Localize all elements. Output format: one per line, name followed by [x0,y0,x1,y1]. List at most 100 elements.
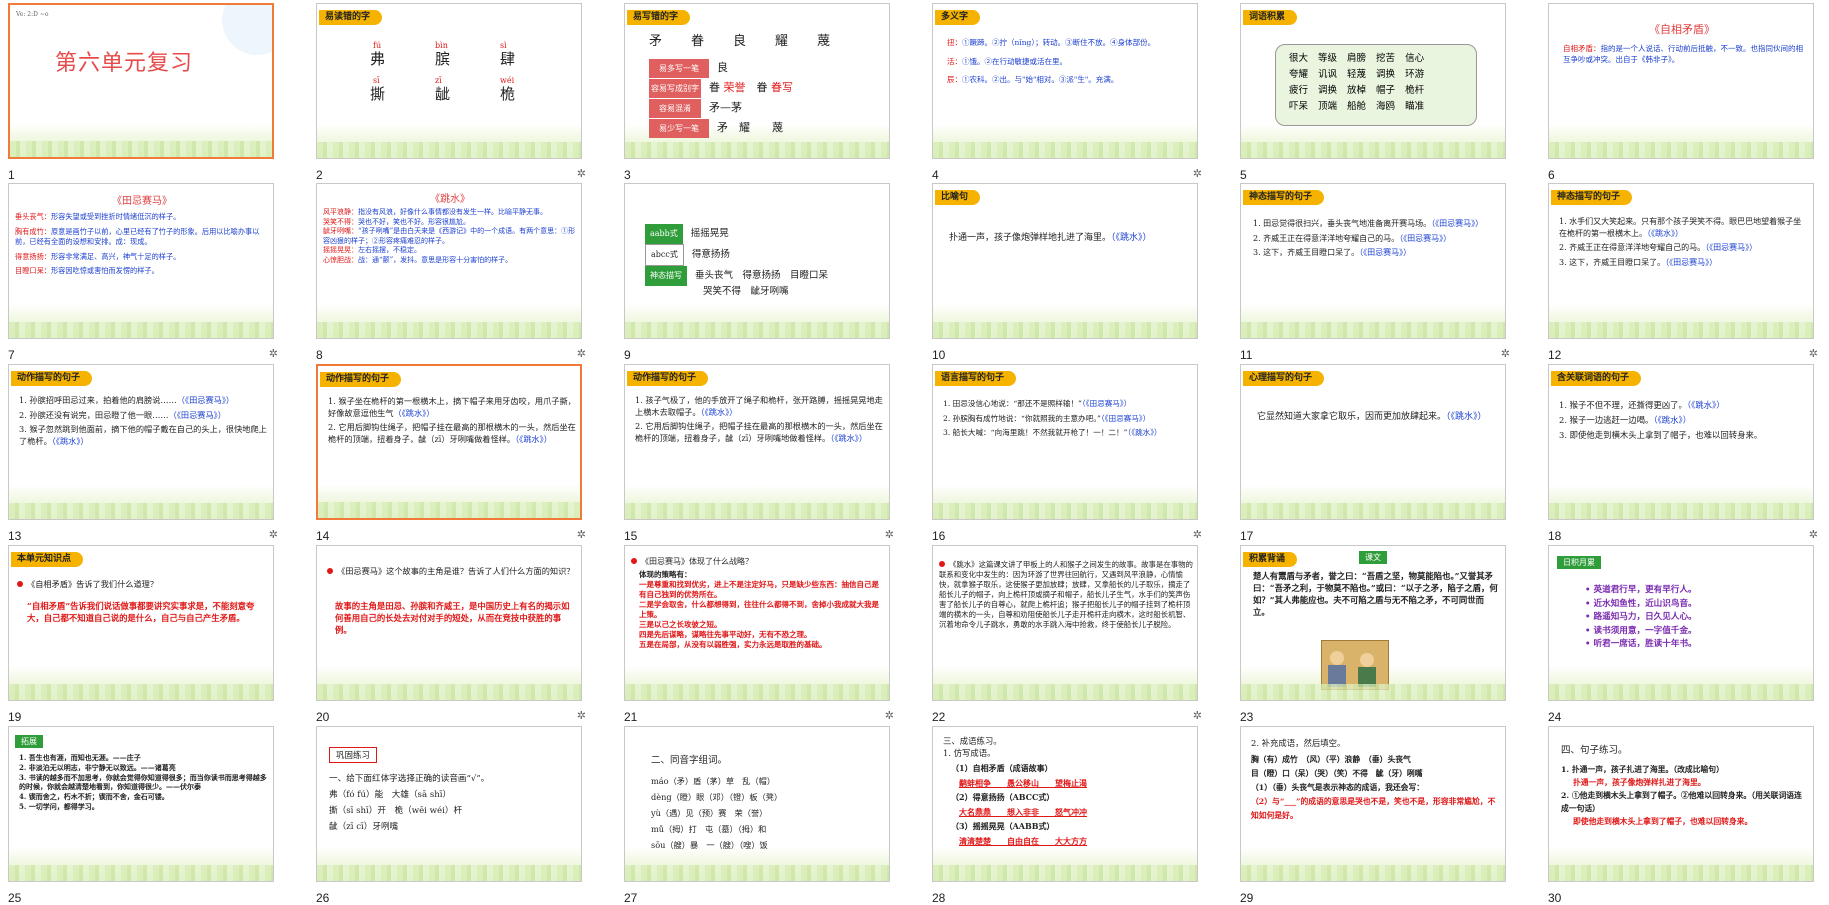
value: 荣誉 [723,81,746,94]
slide-body: 1. 孙膑招呼田忌过来，拍着他的肩膀说……（《田忌赛马》） 2. 孙膑还没有说完… [19,395,269,447]
slide-29[interactable]: 2. 补充成语，然后填空。 胸（有）成竹 （风）（平）浪静 （垂）头丧气 目（瞪… [1240,726,1506,882]
list-item: 3. 即使他走到横木头上拿到了帽子，也难以回转身来。 [1559,430,1763,440]
pinyin-grid: fú bìn sì 弗膑肆 sī zī wéi 撕龇桅 [365,40,565,101]
slide-thumb-21[interactable]: 《田忌赛马》体现了什么战略？ 体现的策略有： 一是尊重和找到优劣，进上不是注定好… [624,545,896,724]
slide-thumb-28[interactable]: 三、成语练习。 1. 仿写成语。 （1）自相矛盾（成语故事） 鹬蚌相争 愚公移山… [932,726,1204,905]
slide-1[interactable]: Ve: 2:D ~o 第六单元复习 [8,3,274,159]
slide-thumb-15[interactable]: 动作描写的句子 1. 孩子气极了，他的手放开了绳子和桅杆，张开路膊，摇摇晃晃地走… [624,364,896,543]
slide-thumb-7[interactable]: 《田忌赛马》 垂头丧气：形容失望或受到挫折时情绪低沉的样子。 胸有成竹：原意是画… [8,183,280,362]
exercise-title: 2. 补充成语，然后填空。 [1251,738,1346,748]
slide-thumb-5[interactable]: 词语积累 很大 等级 肩膀 挖苦 信心 夸耀 讥讽 轻蔑 调换 环游 疲行 调换 放棹 帽子 桅杆 吓呆 顶端船… [1240,3,1512,182]
slide-thumb-18[interactable]: 含关联词语的句子 1. 猴子不但不理，还撕得更凶了。（《跳水》） 2. 猴子一边… [1548,364,1820,543]
slide-8[interactable]: 《跳水》 风平浪静：指没有风浪，好像什么事情都没有发生一样。比喻平静无事。 哭笑… [316,183,582,339]
slide-thumb-22[interactable]: 《跳水》这篇课文讲了甲板上的人和猴子之间发生的故事。故事是在事物的联系和变化中发… [932,545,1204,724]
slide-heading: 《田忌赛马》 [112,196,172,207]
slide-13[interactable]: 动作描写的句子 1. 孙膑招呼田忌过来，拍着他的肩膀说……（《田忌赛马》） 2.… [8,364,274,520]
slide-17[interactable]: 心理描写的句子 它显然知道大家拿它取乐，因而更加放肆起来。（《跳水》） [1240,364,1506,520]
slide-10[interactable]: 比喻句 扑通一声，孩子像炮弹样地扎进了海里。（《跳水》） [932,183,1198,339]
slide-thumb-3[interactable]: 易写错的字 矛 眷 良 耀 蔑 易多写一笔良 容易写成别字眷 荣誉 眷 眷写 容… [624,3,896,182]
slide-15[interactable]: 动作描写的句子 1. 孩子气极了，他的手放开了绳子和桅杆，张开路膊，摇摇晃晃地走… [624,364,890,520]
source: （《田忌赛马》） [1665,257,1718,267]
slide-thumb-24[interactable]: 日积月累 • 英道君行早，更有早行人。 • 近水知鱼性，近山识鸟音。 • 路遥知… [1548,545,1820,724]
exercise-line: yù（遇）见（预）赛 荣（誉） [651,808,768,818]
slide-3[interactable]: 易写错的字 矛 眷 良 耀 蔑 易多写一笔良 容易写成别字眷 荣誉 眷 眷写 容… [624,3,890,159]
slide-thumb-27[interactable]: 二、同音字组词。 máo（矛）盾（茅）草 乱（帽） dèng（瞪）眼（邓）（镫）… [624,726,896,905]
slide-thumb-12[interactable]: 神态描写的句子 1. 水手们又大笑起来。只有那个孩子哭笑不得。眼巴巴地望着猴子坐… [1548,183,1820,362]
slide-thumb-13[interactable]: 动作描写的句子 1. 孙膑招呼田忌过来，拍着他的肩膀说……（《田忌赛马》） 2.… [8,364,280,543]
def: 形容因吃惊或害怕而发愣的样子。 [50,266,159,275]
slide-26[interactable]: 巩固练习 一、给下面红体字选择正确的读音画“√”。 弗（fó fú）能 大雄（s… [316,726,582,882]
slide-18[interactable]: 含关联词语的句子 1. 猴子不但不理，还撕得更凶了。（《跳水》） 2. 猴子一边… [1548,364,1814,520]
slide-7[interactable]: 《田忌赛马》 垂头丧气：形容失望或受到挫折时情绪低沉的样子。 胸有成竹：原意是画… [8,183,274,339]
slide-thumb-6[interactable]: 《自相矛盾》 自相矛盾：指的是一个人说话、行动前后抵触，不一致。也指同伙间的相互… [1548,3,1820,182]
slide-19[interactable]: 本单元知识点 《自相矛盾》告诉了我们什么道理？ “自相矛盾”告诉我们说话做事都要… [8,545,274,701]
source: （《跳水》） [700,406,738,417]
slide-body: 扑通一声，孩子像炮弹样地扎进了海里。（《跳水》） [949,232,1189,245]
slide-25[interactable]: 拓展 1. 吾生也有涯，而知也无涯。——庄子 2. 非淡泊无以明志，非宁静无以致… [8,726,274,882]
slide-16[interactable]: 语言描写的句子 1. 田忌没信心地说：“那还不是照样输！”（《田忌赛马》） 2.… [932,364,1198,520]
list-item: 3. 书读的越多而不加思考，你就会觉得你知道得很多；而当你读书而思考得越多的时候… [19,772,267,792]
slide-22[interactable]: 《跳水》这篇课文讲了甲板上的人和猴子之间发生的故事。故事是在事物的联系和变化中发… [932,545,1198,701]
decoration [933,684,1197,700]
slide-24[interactable]: 日积月累 • 英道君行早，更有早行人。 • 近水知鱼性，近山识鸟音。 • 路遥知… [1548,545,1814,701]
decoration [933,142,1197,158]
slide-23[interactable]: 积累背诵 课文 楚人有鬻盾与矛者，誉之曰：“吾盾之坚，物莫能陷也。”又誉其矛曰：… [1240,545,1506,701]
slide-number: 22 [932,710,946,724]
term: 辰： [947,75,962,84]
source: （《田忌赛马》） [168,409,226,420]
slide-11[interactable]: 神态描写的句子 1. 田忌觉得很扫兴，垂头丧气地准备离开赛马场。（《田忌赛马》）… [1240,183,1506,339]
slide-5[interactable]: 词语积累 很大 等级 肩膀 挖苦 信心 夸耀 讥讽 轻蔑 调换 环游 疲行 调换 放棹 帽子 桅杆 吓呆 顶端船… [1240,3,1506,159]
def: 哭也不好，笑也不好。形容很尴尬。 [358,217,470,226]
slide-thumb-11[interactable]: 神态描写的句子 1. 田忌觉得很扫兴，垂头丧气地准备离开赛马场。（《田忌赛马》）… [1240,183,1512,362]
list-item: 2. 孙膑还没有说完，田忌瞪了他一眼…… [19,409,169,420]
slide-thumb-14[interactable]: 动作描写的句子 1. 猴子坐在桅杆的第一根横木上，摘下帽子来用牙齿咬，用爪子撕，… [316,364,588,543]
source: （《跳水》） [1686,400,1725,410]
list-item: 2. 猴子一边逃赶一边喝。 [1559,415,1654,425]
slide-number: 14 [316,529,330,543]
slide-6[interactable]: 《自相矛盾》 自相矛盾：指的是一个人说话、行动前后抵触，不一致。也指同伙间的相互… [1548,3,1814,159]
slide-thumb-1[interactable]: Ve: 2:D ~o 第六单元复习 1 [8,3,274,182]
slide-thumb-30[interactable]: 四、句子练习。 1. 扑通一声，孩子扎进了海里。（改成比喻句） 扑通一声，孩子像… [1548,726,1820,905]
value: 垂头丧气 得意扬扬 目瞪口呆 [695,270,829,281]
slide-thumb-19[interactable]: 本单元知识点 《自相矛盾》告诉了我们什么道理？ “自相矛盾”告诉我们说话做事都要… [8,545,280,724]
slide-number: 5 [1240,168,1247,182]
source: （《田忌赛马》） [1081,399,1132,408]
list-item: 三是以己之长攻彼之短。 [639,620,722,629]
list-item: 听君一席话，胜读十年书。 [1593,639,1697,649]
slide-thumb-10[interactable]: 比喻句 扑通一声，孩子像炮弹样地扎进了海里。（《跳水》） 10 [932,183,1204,362]
term: 哭笑不得： [323,217,358,226]
slide-thumb-26[interactable]: 巩固练习 一、给下面红体字选择正确的读音画“√”。 弗（fó fú）能 大雄（s… [316,726,588,905]
slide-title: 第六单元复习 [55,51,194,76]
slide-thumb-23[interactable]: 积累背诵 课文 楚人有鬻盾与矛者，誉之曰：“吾盾之坚，物莫能陷也。”又誉其矛曰：… [1240,545,1512,724]
slide-thumb-17[interactable]: 心理描写的句子 它显然知道大家拿它取乐，因而更加放肆起来。（《跳水》） 17 [1240,364,1512,543]
slide-thumb-29[interactable]: 2. 补充成语，然后填空。 胸（有）成竹 （风）（平）浪静 （垂）头丧气 目（瞪… [1240,726,1512,905]
slide-body: 风平浪静：指没有风浪，好像什么事情都没有发生一样。比喻平静无事。 哭笑不得：哭也… [323,208,579,266]
slide-thumb-20[interactable]: 《田忌赛马》这个故事的主角是谁？告诉了人们什么方面的知识？ 故事的主角是田忌、孙… [316,545,588,724]
slide-27[interactable]: 二、同音字组词。 máo（矛）盾（茅）草 乱（帽） dèng（瞪）眼（邓）（镫）… [624,726,890,882]
slide-thumb-4[interactable]: 多义字 扭：①蹶蹄。②拧（nǐng）；转动。③断住不放。④身体部份。 活：①饿。… [932,3,1204,182]
slide-20[interactable]: 《田忌赛马》这个故事的主角是谁？告诉了人们什么方面的知识？ 故事的主角是田忌、孙… [316,545,582,701]
slide-thumb-16[interactable]: 语言描写的句子 1. 田忌没信心地说：“那还不是照样输！”（《田忌赛马》） 2.… [932,364,1204,543]
decoration [10,141,272,157]
value: 眷 [709,81,720,94]
answer-line: 大名鼎鼎 想入非非 怒气冲冲 [959,806,1087,817]
value: 矛 耀 蔑 [717,121,783,134]
word-cell: 帽子 [1376,85,1396,96]
slide-30[interactable]: 四、句子练习。 1. 扑通一声，孩子扎进了海里。（改成比喻句） 扑通一声，孩子像… [1548,726,1814,882]
slide-thumb-25[interactable]: 拓展 1. 吾生也有涯，而知也无涯。——庄子 2. 非淡泊无以明志，非宁静无以致… [8,726,280,905]
slide-2[interactable]: 易读错的字 fú bìn sì 弗膑肆 sī zī wéi 撕龇桅 [316,3,582,159]
slide-14[interactable]: 动作描写的句子 1. 猴子坐在桅杆的第一根横木上，摘下帽子来用牙齿咬，用爪子撕，… [316,364,582,520]
exercise-line: 目（瞪）口（呆）（哭）（笑）不得 龇（牙）咧嘴 [1251,769,1423,778]
slide-12[interactable]: 神态描写的句子 1. 水手们又大笑起来。只有那个孩子哭笑不得。眼巴巴地望着猴子坐… [1548,183,1814,339]
exercise-line: 撕（sī shī）开 桅（wēi wéi）杆 [329,806,463,816]
exercise-line: （1）自相矛盾（成语故事） [951,763,1053,773]
illustration-image [1321,640,1389,690]
slide-thumb-9[interactable]: aabb式 摇摇晃晃 abcc式 得意扬扬 神态描写 垂头丧气 得意扬扬 目瞪口呆 哭… [624,183,896,362]
slide-thumb-2[interactable]: 易读错的字 fú bìn sì 弗膑肆 sī zī wéi 撕龇桅 2 ✲ [316,3,588,182]
slide-body: 1. 田忌没信心地说：“那还不是照样输！”（《田忌赛马》） 2. 孙膑胸有成竹地… [943,399,1193,439]
slide-9[interactable]: aabb式 摇摇晃晃 abcc式 得意扬扬 神态描写 垂头丧气 得意扬扬 目瞪口呆 哭… [624,183,890,339]
slide-21[interactable]: 《田忌赛马》体现了什么战略？ 体现的策略有： 一是尊重和找到优劣，进上不是注定好… [624,545,890,701]
slide-28[interactable]: 三、成语练习。 1. 仿写成语。 （1）自相矛盾（成语故事） 鹬蚌相争 愚公移山… [932,726,1198,882]
slide-thumb-8[interactable]: 《跳水》 风平浪静：指没有风浪，好像什么事情都没有发生一样。比喻平静无事。 哭笑… [316,183,588,362]
slide-4[interactable]: 多义字 扭：①蹶蹄。②拧（nǐng）；转动。③断住不放。④身体部份。 活：①饿。… [932,3,1198,159]
